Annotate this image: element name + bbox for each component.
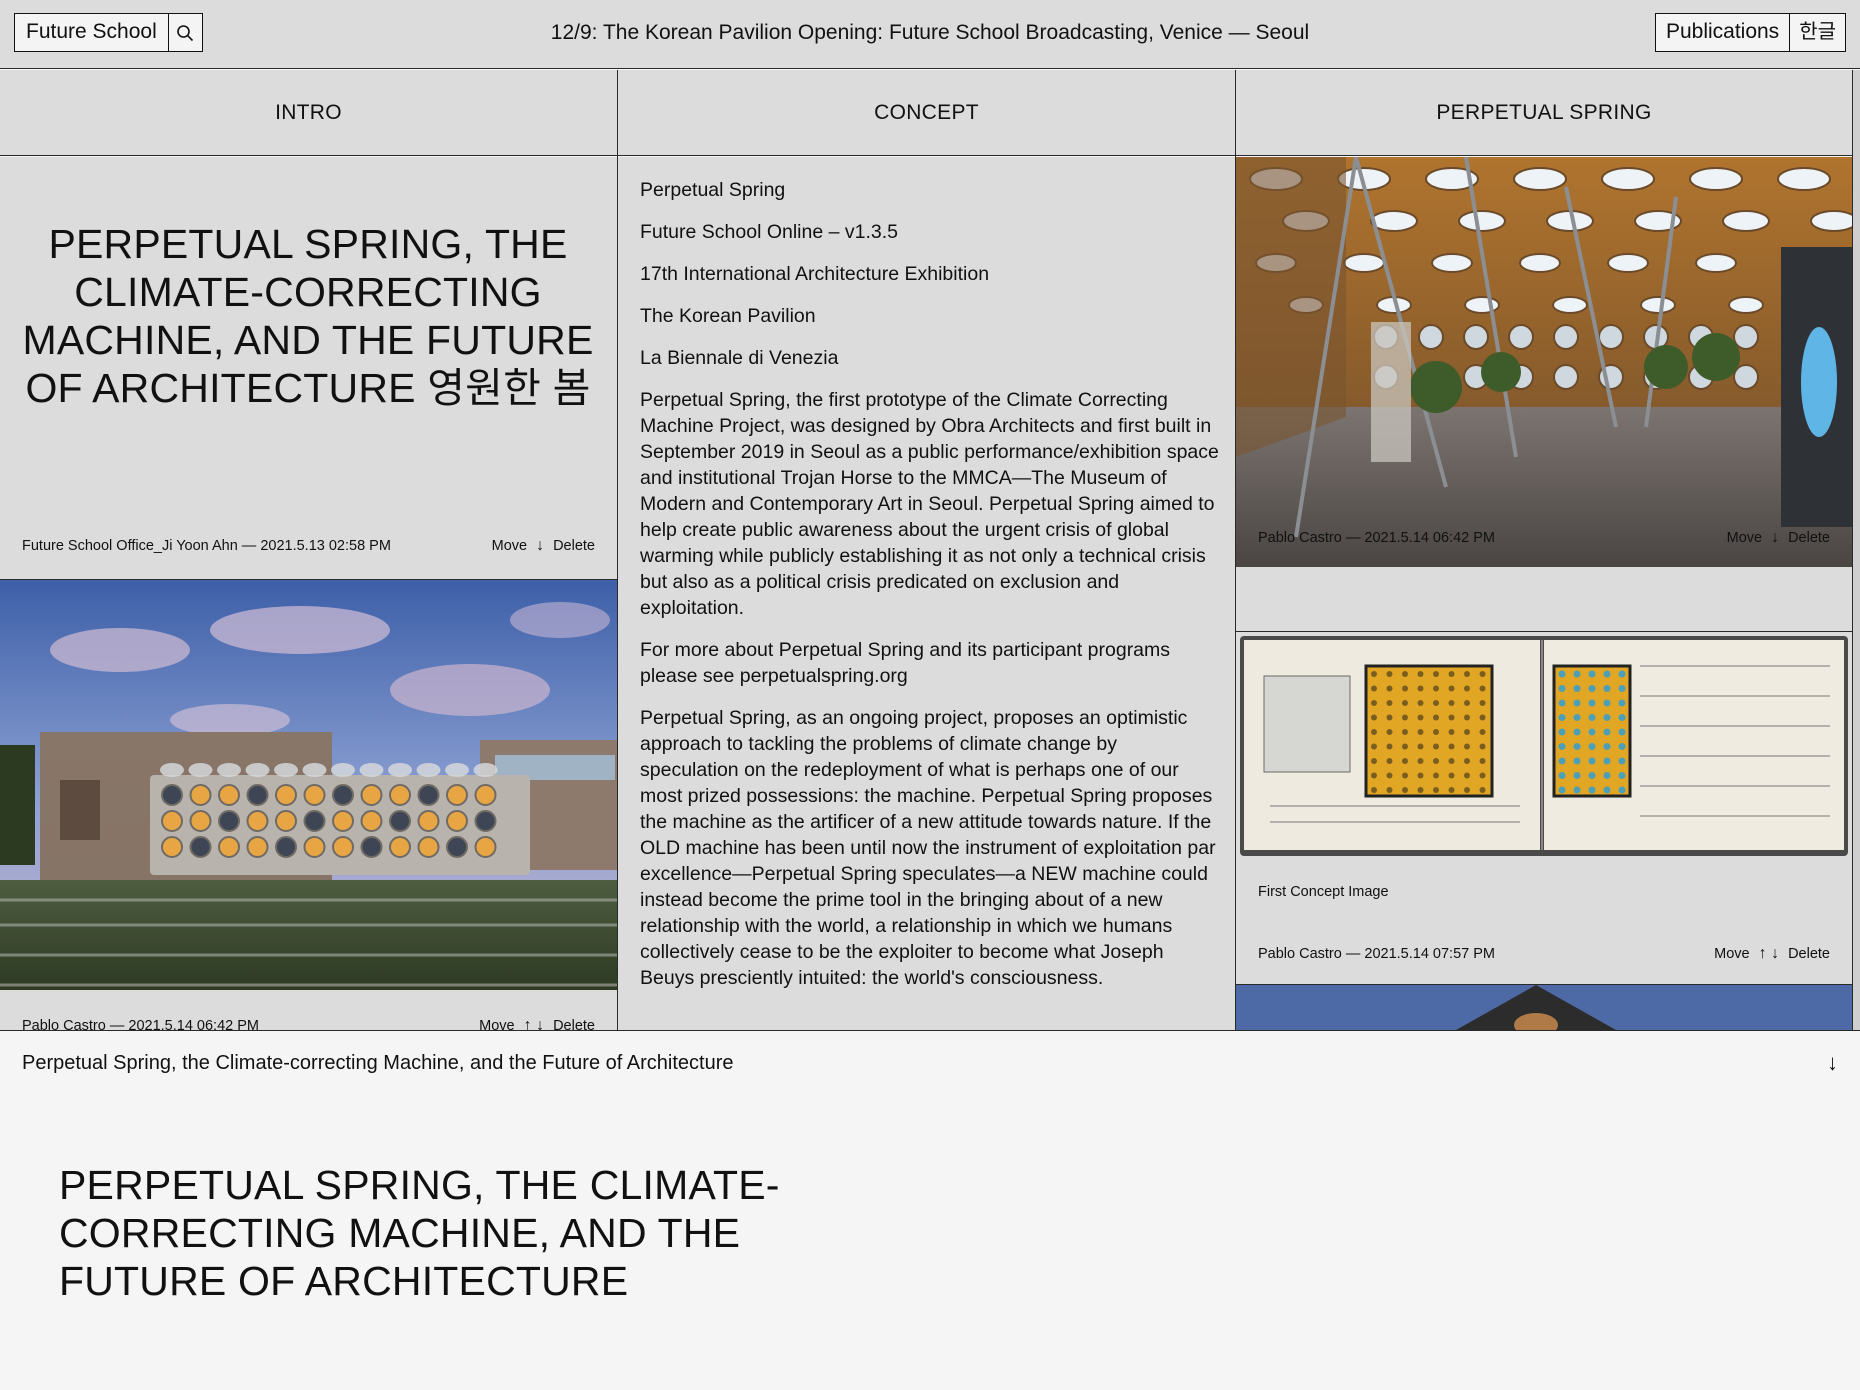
delete-button[interactable]: Delete — [1788, 530, 1830, 546]
brand-search-group: Future School — [14, 13, 203, 52]
column-divider — [1235, 70, 1236, 1030]
concept-text-block: Perpetual Spring Future School Online – … — [640, 177, 1220, 1007]
expand-arrow-icon[interactable]: ↓ — [1827, 1050, 1838, 1076]
concept-line: Future School Online – v1.3.5 — [640, 221, 898, 243]
image-caption: First Concept Image — [1258, 884, 1830, 900]
delete-button[interactable]: Delete — [1788, 946, 1830, 962]
pavilion-interior-photo[interactable] — [1236, 157, 1852, 567]
intro-column: PERPETUAL SPRING, THE CLIMATE-CORRECTING… — [0, 157, 617, 1030]
concept-line: 17th International Architecture Exhibiti… — [640, 263, 990, 285]
search-icon — [177, 24, 194, 41]
announcement-text[interactable]: 12/9: The Korean Pavilion Opening: Futur… — [320, 0, 1540, 66]
intro-title: PERPETUAL SPRING, THE CLIMATE-CORRECTING… — [22, 221, 594, 411]
next-post-photo[interactable] — [1236, 985, 1852, 1030]
move-arrow-icons[interactable]: ↑ ↓ — [524, 1017, 544, 1030]
article-section: Perpetual Spring, the Climate-correcting… — [0, 1030, 1860, 1390]
post-actions: Move ↑ ↓ Delete — [1714, 945, 1830, 963]
move-button[interactable]: Move — [1727, 530, 1762, 546]
post-meta: Future School Office_Ji Yoon Ahn — 2021.… — [22, 537, 595, 555]
post-actions: Move ↓ Delete — [492, 537, 595, 555]
move-button[interactable]: Move — [492, 538, 527, 554]
divider — [1236, 631, 1852, 632]
brand-link[interactable]: Future School — [15, 14, 168, 51]
concept-line: La Biennale di Venezia — [640, 347, 839, 369]
article-bar-title: Perpetual Spring, the Climate-correcting… — [22, 1051, 734, 1074]
language-toggle-button[interactable]: 한글 — [1789, 14, 1845, 51]
post-meta: Pablo Castro — 2021.5.14 06:42 PM Move ↓… — [1258, 529, 1830, 547]
delete-button[interactable]: Delete — [553, 538, 595, 554]
pavilion-exterior-photo[interactable] — [0, 580, 617, 990]
post-meta: Pablo Castro — 2021.5.14 07:57 PM Move ↑… — [1258, 945, 1830, 963]
post-author-date: Pablo Castro — 2021.5.14 06:42 PM — [1258, 530, 1495, 546]
move-arrow-icons[interactable]: ↓ — [536, 537, 544, 555]
concept-sketchbook-image[interactable] — [1240, 636, 1848, 856]
concept-column: Perpetual Spring Future School Online – … — [618, 157, 1235, 1030]
search-button[interactable] — [167, 14, 202, 51]
concept-paragraph: For more about Perpetual Spring and its … — [640, 639, 1171, 687]
top-bar: Future School 12/9: The Korean Pavilion … — [0, 0, 1860, 69]
tab-intro[interactable]: INTRO — [0, 70, 617, 156]
article-bar[interactable]: Perpetual Spring, the Climate-correcting… — [22, 1045, 1838, 1081]
perpetual-spring-column: Pablo Castro — 2021.5.14 06:42 PM Move ↓… — [1236, 157, 1852, 1030]
concept-paragraph: Perpetual Spring, as an ongoing project,… — [640, 707, 1216, 989]
post-author-date: Pablo Castro — 2021.5.14 06:42 PM — [22, 1018, 259, 1030]
concept-paragraph: Perpetual Spring, the first prototype of… — [640, 389, 1219, 619]
caption-text: First Concept Image — [1258, 884, 1389, 900]
post-meta: Pablo Castro — 2021.5.14 06:42 PM Move ↑… — [22, 1017, 595, 1030]
move-arrow-icons[interactable]: ↑ ↓ — [1759, 945, 1779, 963]
move-button[interactable]: Move — [479, 1018, 514, 1030]
publications-button[interactable]: Publications — [1656, 14, 1789, 51]
tab-concept[interactable]: CONCEPT — [618, 70, 1235, 156]
nav-right-group: Publications 한글 — [1654, 13, 1846, 52]
post-actions: Move ↓ Delete — [1727, 529, 1830, 547]
delete-button[interactable]: Delete — [553, 1018, 595, 1030]
concept-line: Perpetual Spring — [640, 179, 786, 201]
tab-perpetual-spring[interactable]: PERPETUAL SPRING — [1236, 70, 1852, 156]
column-divider — [617, 70, 618, 1030]
move-button[interactable]: Move — [1714, 946, 1749, 962]
concept-line: The Korean Pavilion — [640, 305, 816, 327]
post-author-date: Pablo Castro — 2021.5.14 07:57 PM — [1258, 946, 1495, 962]
article-title: PERPETUAL SPRING, THE CLIMATE-CORRECTING… — [59, 1162, 780, 1304]
horizontal-scroll-edge[interactable] — [1853, 70, 1860, 1030]
move-arrow-icons[interactable]: ↓ — [1771, 529, 1779, 547]
post-actions: Move ↑ ↓ Delete — [479, 1017, 595, 1030]
post-author-date: Future School Office_Ji Yoon Ahn — 2021.… — [22, 538, 391, 554]
